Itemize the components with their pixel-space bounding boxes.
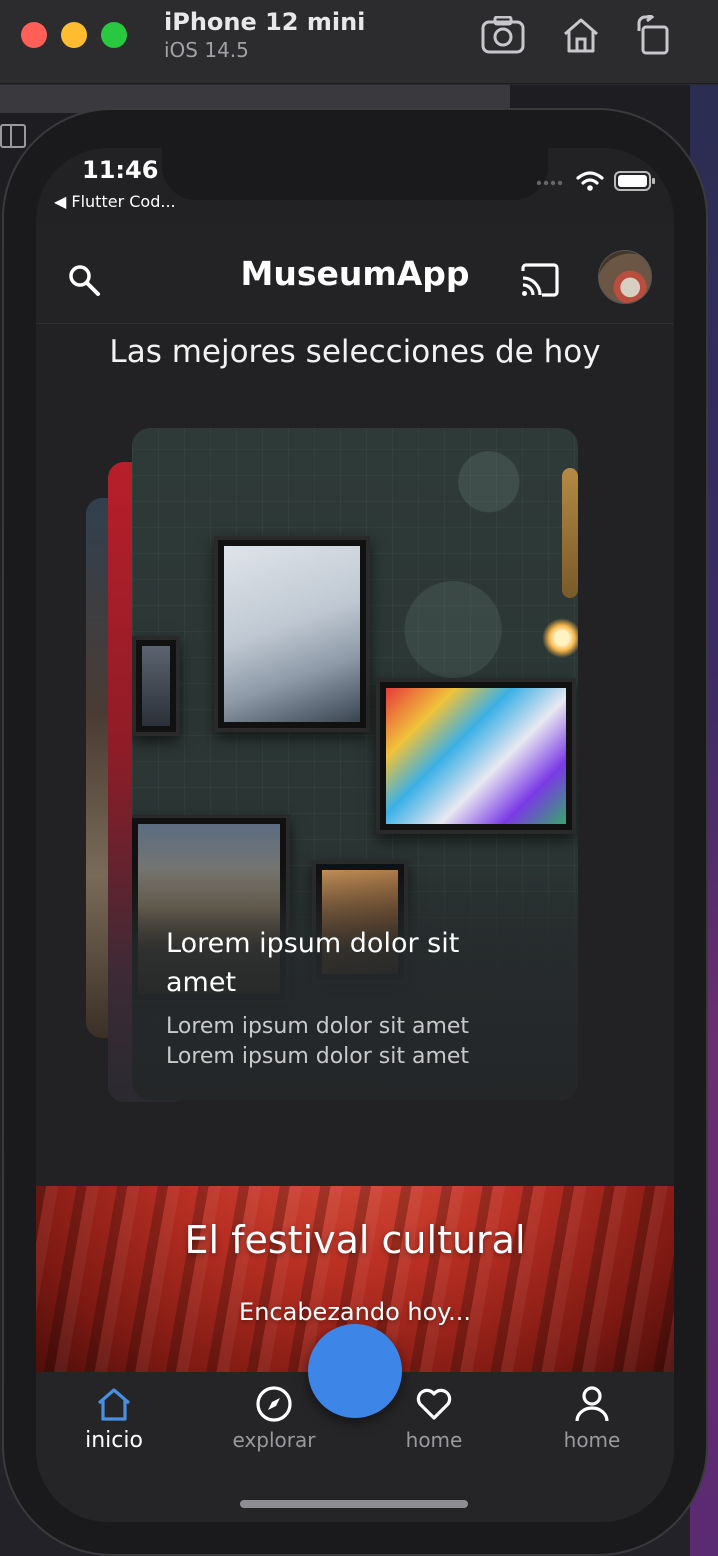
screenshot-icon: [481, 16, 525, 54]
device-home-button[interactable]: [558, 12, 604, 58]
nav-label: inicio: [85, 1428, 143, 1453]
artwork-frame: [214, 536, 370, 732]
nav-item-inicio[interactable]: inicio: [54, 1384, 174, 1453]
nav-label: home: [405, 1428, 463, 1452]
compass-icon: [256, 1386, 292, 1422]
sidebar-toggle-icon[interactable]: [0, 124, 26, 148]
app-bar: MuseumApp: [36, 224, 674, 324]
card-subtitle: Lorem ipsum dolor sit amet Lorem ipsum d…: [166, 1014, 470, 1069]
person-icon: [575, 1386, 609, 1422]
close-window-button[interactable]: [21, 22, 47, 48]
banner-subtitle: Encabezando hoy...: [239, 1298, 471, 1326]
artwork-frame: [376, 678, 576, 834]
featured-card[interactable]: Lorem ipsum dolor sit amet Lorem ipsum d…: [132, 428, 578, 1100]
battery-icon: [614, 171, 655, 191]
lamp-light: [542, 618, 578, 658]
section-heading: Las mejores selecciones de hoy: [109, 334, 601, 370]
card-title: Lorem ipsum dolor sit amet: [166, 928, 460, 998]
wifi-icon: [576, 171, 604, 191]
status-time: 11:46: [82, 156, 159, 184]
nav-label: home: [563, 1428, 621, 1452]
heart-icon: [416, 1388, 452, 1420]
app-title: MuseumApp: [240, 254, 470, 293]
home-indicator[interactable]: [240, 1500, 468, 1508]
cast-button[interactable]: [520, 260, 560, 300]
artwork-frame: [132, 636, 180, 736]
back-to-app-link[interactable]: ◀ Flutter Cod...: [54, 192, 176, 211]
lamp-fixture: [562, 468, 578, 598]
phone-screen: 11:46 ◀ Flutter Cod... MuseumApp Las mej…: [36, 148, 674, 1522]
rotate-button[interactable]: [630, 12, 676, 58]
avatar[interactable]: [598, 250, 652, 304]
status-indicators: [536, 170, 656, 192]
os-version: iOS 14.5: [164, 38, 249, 62]
home-icon: [564, 18, 598, 53]
signal-icon: [536, 180, 563, 186]
home-outline-icon: [97, 1388, 131, 1421]
rotate-icon: [637, 15, 669, 55]
banner-title: El festival cultural: [184, 1218, 526, 1262]
nav-label: explorar: [232, 1428, 316, 1452]
cast-icon: [521, 263, 559, 297]
nav-item-profile[interactable]: home: [532, 1384, 652, 1452]
minimize-window-button[interactable]: [61, 22, 87, 48]
zoom-window-button[interactable]: [101, 22, 127, 48]
floating-action-button[interactable]: [308, 1324, 402, 1418]
simulator-toolbar: iPhone 12 mini iOS 14.5: [0, 0, 718, 84]
notch: [162, 148, 548, 200]
device-name: iPhone 12 mini: [164, 8, 366, 36]
screenshot-button[interactable]: [480, 12, 526, 58]
